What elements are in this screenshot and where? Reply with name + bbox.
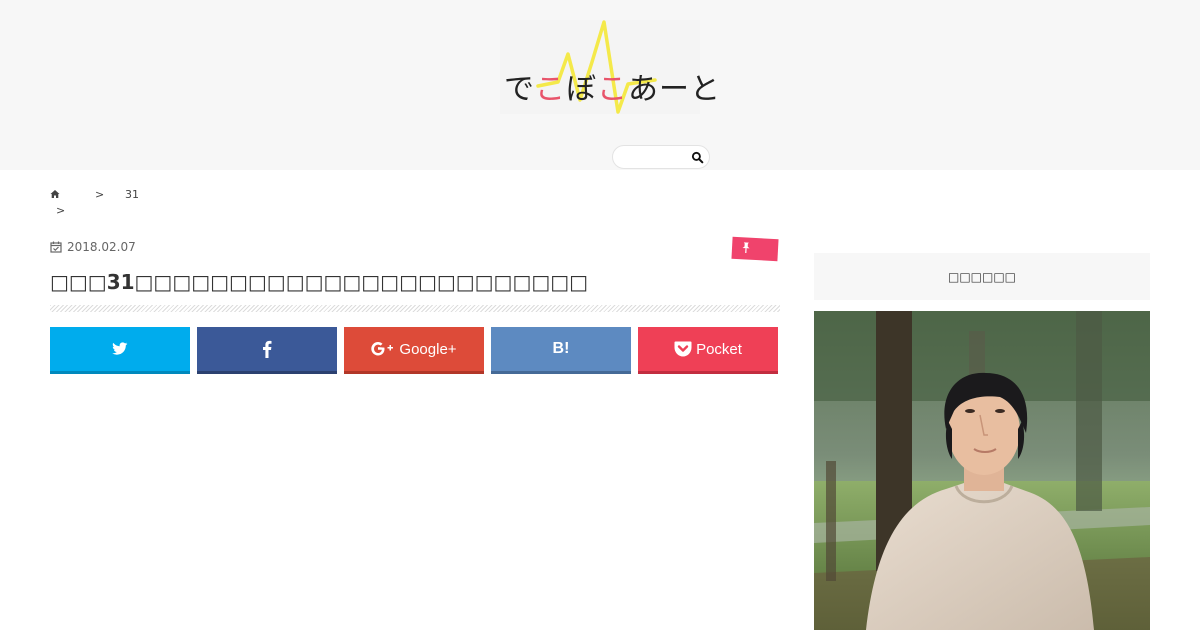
logo-part-ko-1: こ xyxy=(535,72,566,107)
googleplus-share-button[interactable]: Google+ xyxy=(344,327,484,374)
logo-part-art: あーと xyxy=(628,72,721,107)
breadcrumb-separator: > xyxy=(56,204,66,217)
googleplus-label: Google+ xyxy=(399,340,457,358)
breadcrumb-separator: > xyxy=(95,188,105,201)
site-logo[interactable]: でこぼこあーと xyxy=(500,20,720,114)
post-date: 2018.02.07 xyxy=(67,240,136,254)
logo-part-bo: ぼ xyxy=(566,72,597,107)
hatena-label: B! xyxy=(552,340,570,357)
home-icon[interactable] xyxy=(50,189,60,199)
search-box xyxy=(612,145,710,169)
profile-photo xyxy=(814,311,1150,630)
search-input[interactable] xyxy=(621,149,691,165)
title-divider xyxy=(50,305,780,312)
twitter-icon xyxy=(112,342,128,355)
category-badge[interactable] xyxy=(731,236,779,262)
site-header: でこぼこあーと xyxy=(0,0,1200,170)
logo-part-de: で xyxy=(504,72,535,107)
logo-part-ko-2: こ xyxy=(597,72,628,107)
pocket-label: Pocket xyxy=(696,340,742,358)
pocket-share-button[interactable]: Pocket xyxy=(638,327,778,374)
facebook-share-button[interactable] xyxy=(197,327,337,374)
googleplus-icon xyxy=(371,342,394,356)
breadcrumb-item[interactable]: 31 xyxy=(125,188,139,201)
hatena-bookmark-button[interactable]: B! xyxy=(491,327,631,374)
search-icon[interactable] xyxy=(691,151,704,164)
sidebar-widget-heading: □□□□□□ xyxy=(814,253,1150,300)
pocket-icon xyxy=(674,341,692,357)
article-title: □□□31□□□□□□□□□□□□□□□□□□□□□□□□ xyxy=(50,270,589,294)
facebook-icon xyxy=(263,340,272,358)
calendar-check-icon xyxy=(50,241,62,253)
twitter-share-button[interactable] xyxy=(50,327,190,374)
pin-icon xyxy=(742,242,750,254)
logo-text: でこぼこあーと xyxy=(504,64,721,108)
